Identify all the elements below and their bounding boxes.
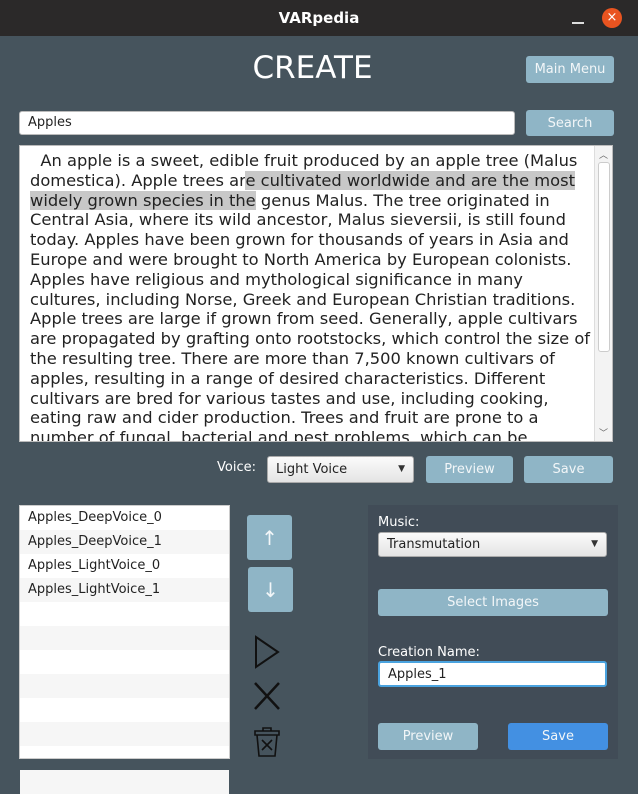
scroll-thumb[interactable] — [598, 162, 610, 352]
text-line: Apples have religious and mythological s… — [30, 270, 590, 290]
creation-name-input[interactable]: Apples_1 — [378, 661, 607, 687]
list-item[interactable] — [20, 650, 229, 674]
chevron-down-icon: ▼ — [398, 464, 405, 474]
voice-label: Voice: — [217, 460, 256, 475]
text-segment: An apple is a sweet, edible fruit produc… — [30, 151, 578, 170]
select-images-button[interactable]: Select Images — [378, 589, 608, 616]
list-item[interactable] — [20, 722, 229, 746]
text-segment: domestica). Apple trees ar — [30, 170, 246, 190]
list-item[interactable] — [20, 770, 229, 794]
trash-icon[interactable] — [252, 724, 282, 758]
text-segment: Central Asia, where its wild ancestor, M… — [30, 210, 566, 230]
text-segment: cultures, including Norse, Greek and Eur… — [30, 289, 576, 309]
list-item[interactable] — [20, 746, 229, 770]
list-item[interactable] — [20, 626, 229, 650]
text-segment: Europe and were brought to North America… — [30, 249, 572, 269]
vertical-scrollbar[interactable]: ︿ ﹀ — [594, 146, 612, 441]
text-segment: genus Malus. The tree originated in — [255, 190, 550, 210]
window-title: VARpedia — [278, 9, 360, 27]
article-text-area[interactable]: An apple is a sweet, edible fruit produc… — [19, 145, 613, 442]
move-up-button[interactable]: ↑ — [247, 515, 292, 560]
list-item[interactable]: Apples_DeepVoice_0 — [20, 506, 229, 530]
title-bar: VARpedia × — [0, 0, 638, 36]
text-line: Apple trees are large if grown from seed… — [30, 309, 590, 329]
text-line: cultures, including Norse, Greek and Eur… — [30, 290, 590, 310]
chevron-down-icon: ▼ — [591, 539, 598, 549]
voice-selected: Light Voice — [276, 462, 348, 477]
text-segment: eating raw and cider production. Trees a… — [30, 408, 539, 428]
search-button[interactable]: Search — [526, 110, 614, 136]
text-segment: are propagated by grafting onto rootstoc… — [30, 329, 591, 349]
article-text: An apple is a sweet, edible fruit produc… — [30, 151, 590, 442]
text-line: today. Apples have been grown for thousa… — [30, 230, 590, 250]
list-item[interactable]: Apples_DeepVoice_1 — [20, 530, 229, 554]
minimize-button[interactable] — [572, 10, 584, 24]
text-line: domestica). Apple trees are cultivated w… — [30, 170, 590, 191]
creation-panel: Music: Transmutation ▼ Select Images Crea… — [368, 505, 618, 759]
scroll-up-icon[interactable]: ︿ — [599, 148, 608, 161]
text-segment: Apples have religious and mythological s… — [30, 269, 523, 289]
text-segment: Apple trees are large if grown from seed… — [30, 309, 578, 329]
text-segment: apples, resulting in a range of desired … — [30, 368, 546, 388]
creation-preview-button[interactable]: Preview — [378, 723, 478, 750]
close-icon[interactable] — [252, 680, 282, 712]
text-line: An apple is a sweet, edible fruit produc… — [30, 151, 590, 171]
voice-preview-button[interactable]: Preview — [426, 456, 513, 483]
text-line: eating raw and cider production. Trees a… — [30, 408, 590, 428]
main-menu-button[interactable]: Main Menu — [526, 56, 614, 83]
list-item[interactable] — [20, 674, 229, 698]
text-segment: number of fungal, bacterial and pest pro… — [30, 428, 528, 442]
scroll-down-icon[interactable]: ﹀ — [599, 426, 608, 439]
play-icon[interactable] — [252, 634, 282, 670]
search-input[interactable]: Apples — [19, 111, 515, 135]
move-down-button[interactable]: ↓ — [248, 567, 293, 612]
selected-text: e cultivated worldwide and are the most — [245, 170, 575, 190]
text-line: Central Asia, where its wild ancestor, M… — [30, 210, 590, 230]
text-line: apples, resulting in a range of desired … — [30, 369, 590, 389]
music-label: Music: — [378, 515, 420, 530]
list-item[interactable] — [20, 698, 229, 722]
text-line: cultivars are bred for various tastes an… — [30, 389, 590, 409]
text-segment: the resulting tree. There are more than … — [30, 348, 555, 368]
list-item[interactable]: Apples_LightVoice_1 — [20, 578, 229, 602]
voice-save-button[interactable]: Save — [524, 456, 613, 483]
clip-list[interactable]: Apples_DeepVoice_0 Apples_DeepVoice_1 Appl… — [19, 505, 230, 794]
creation-name-label: Creation Name: — [378, 645, 480, 660]
text-line: widely grown species in the genus Malus.… — [30, 190, 590, 211]
music-selected: Transmutation — [387, 537, 481, 552]
text-line: Europe and were brought to North America… — [30, 250, 590, 270]
text-segment: cultivars are bred for various tastes an… — [30, 388, 549, 408]
list-item[interactable]: Apples_LightVoice_0 — [20, 554, 229, 578]
list-item[interactable] — [20, 602, 229, 626]
text-line: number of fungal, bacterial and pest pro… — [30, 428, 590, 442]
selected-text: widely grown species in the — [30, 190, 256, 210]
text-line: the resulting tree. There are more than … — [30, 349, 590, 369]
music-select[interactable]: Transmutation ▼ — [378, 532, 607, 557]
creation-save-button[interactable]: Save — [508, 723, 608, 750]
text-line: are propagated by grafting onto rootstoc… — [30, 329, 590, 349]
text-segment: today. Apples have been grown for thousa… — [30, 230, 569, 250]
close-button[interactable]: × — [602, 8, 622, 28]
voice-select[interactable]: Light Voice ▼ — [267, 456, 414, 483]
